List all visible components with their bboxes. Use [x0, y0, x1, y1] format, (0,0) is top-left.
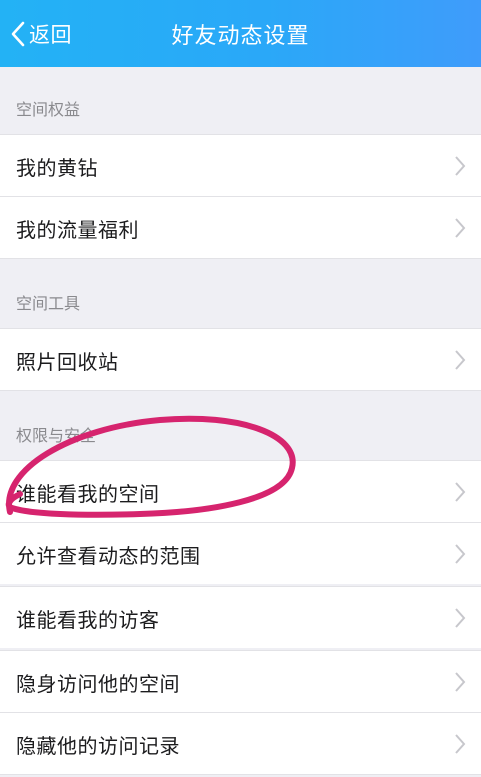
nav-bar: 返回 好友动态设置 [0, 0, 481, 67]
list-item-who-can-see-visitors[interactable]: 谁能看我的访客 [0, 586, 481, 648]
divider [0, 390, 481, 391]
list-item-who-can-see-space[interactable]: 谁能看我的空间 [0, 460, 481, 522]
divider [0, 774, 481, 775]
section-header-permissions-security: 权限与安全 [16, 426, 97, 445]
list-item-photo-recycle-bin[interactable]: 照片回收站 [0, 328, 481, 390]
list-item-label: 谁能看我的访客 [16, 607, 160, 632]
chevron-right-icon [455, 672, 466, 692]
list-item-label: 允许查看动态的范围 [16, 543, 201, 568]
list-item-yellow-diamond[interactable]: 我的黄钻 [0, 134, 481, 196]
list-item-label: 照片回收站 [16, 349, 119, 374]
section-header-space-benefits: 空间权益 [16, 100, 81, 119]
list-item-hide-visit-records[interactable]: 隐藏他的访问记录 [0, 712, 481, 774]
list-item-feed-visibility-range[interactable]: 允许查看动态的范围 [0, 522, 481, 584]
list-item-label: 我的黄钻 [16, 155, 98, 180]
list-item-label: 谁能看我的空间 [16, 481, 160, 506]
divider [0, 258, 481, 259]
list-item-label: 隐身访问他的空间 [16, 671, 180, 696]
chevron-right-icon [455, 608, 466, 628]
chevron-right-icon [455, 218, 466, 238]
list-item-label: 隐藏他的访问记录 [16, 733, 180, 758]
chevron-right-icon [455, 350, 466, 370]
chevron-right-icon [455, 482, 466, 502]
chevron-right-icon [455, 734, 466, 754]
section-header-space-tools: 空间工具 [16, 294, 81, 313]
list-item-data-benefits[interactable]: 我的流量福利 [0, 196, 481, 258]
chevron-right-icon [455, 544, 466, 564]
chevron-right-icon [455, 156, 466, 176]
list-item-label: 我的流量福利 [16, 217, 139, 242]
page-title: 好友动态设置 [171, 23, 310, 49]
list-item-stealth-visit[interactable]: 隐身访问他的空间 [0, 650, 481, 712]
